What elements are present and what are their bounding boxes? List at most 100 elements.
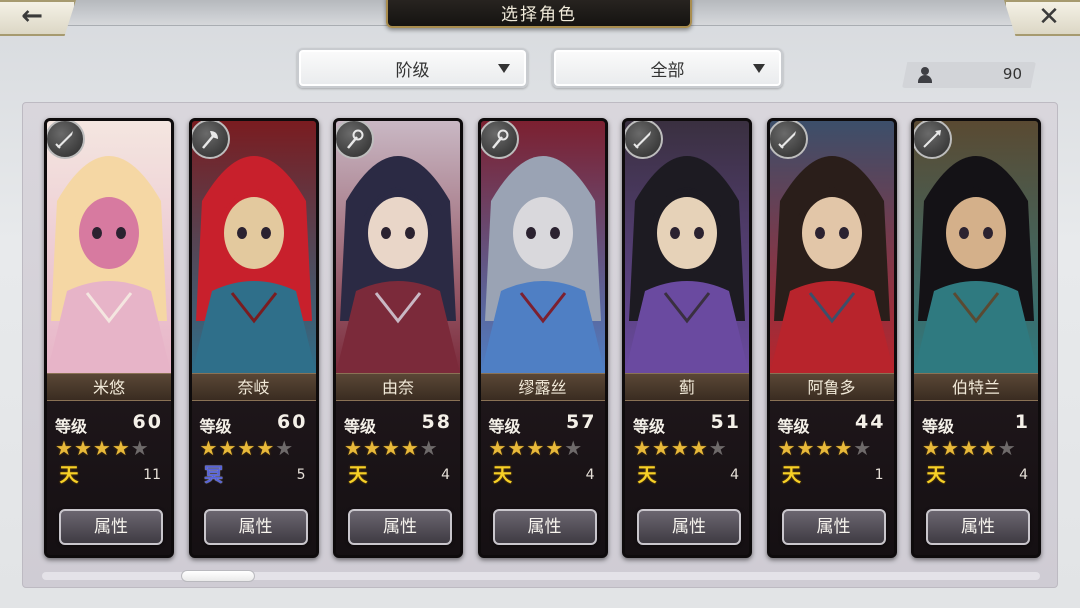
- sword-icon: [769, 121, 808, 159]
- character-name: 米悠: [47, 373, 171, 401]
- rank-badge-icon: 冥: [203, 464, 223, 486]
- character-card[interactable]: 由奈 等级 58 ★ ★ ★ ★ ★ 天 4 属性: [333, 118, 463, 558]
- star-empty-icon: ★: [997, 436, 1016, 460]
- star-filled-icon: ★: [111, 436, 130, 460]
- rank-filter-label: 阶级: [395, 60, 430, 81]
- rank-badge-icon: 天: [637, 464, 657, 486]
- star-filled-icon: ★: [92, 436, 111, 460]
- star-filled-icon: ★: [362, 436, 381, 460]
- level-value: 51: [710, 411, 741, 433]
- attributes-button[interactable]: 属性: [637, 509, 741, 545]
- staff-icon: [336, 121, 374, 159]
- rank-badge-icon: 天: [926, 464, 946, 486]
- category-filter-dropdown[interactable]: 全部: [552, 48, 783, 88]
- rank-badge-icon: 天: [492, 464, 512, 486]
- close-icon: ✕: [1038, 1, 1060, 32]
- star-filled-icon: ★: [488, 436, 507, 460]
- roster-count: 90: [902, 62, 1036, 88]
- star-rating: ★ ★ ★ ★ ★: [633, 437, 727, 459]
- level-value: 60: [277, 411, 308, 433]
- star-filled-icon: ★: [400, 436, 419, 460]
- back-arrow-icon: ←: [21, 1, 43, 31]
- attributes-button[interactable]: 属性: [926, 509, 1030, 545]
- star-filled-icon: ★: [940, 436, 959, 460]
- close-button[interactable]: ✕: [1004, 0, 1080, 36]
- star-filled-icon: ★: [815, 436, 834, 460]
- character-info: 等级 60 ★ ★ ★ ★ ★ 天 11 属性: [47, 401, 171, 555]
- character-card[interactable]: 米悠 等级 60 ★ ★ ★ ★ ★ 天 11 属性: [44, 118, 174, 558]
- star-filled-icon: ★: [256, 436, 275, 460]
- copies-count: 5: [296, 467, 306, 483]
- sword-icon: [47, 121, 85, 159]
- character-card[interactable]: 缪露丝 等级 57 ★ ★ ★ ★ ★ 天 4 属性: [477, 118, 608, 558]
- character-info: 等级 60 ★ ★ ★ ★ ★ 冥 5 属性: [191, 401, 316, 555]
- character-name: 伯特兰: [914, 373, 1038, 401]
- star-rating: ★ ★ ★ ★ ★: [55, 437, 149, 459]
- copies-count: 1: [874, 467, 884, 483]
- character-info: 等级 1 ★ ★ ★ ★ ★ 天 4 属性: [914, 401, 1038, 555]
- back-button[interactable]: ←: [0, 0, 76, 36]
- scrollbar-thumb[interactable]: [181, 570, 255, 582]
- star-empty-icon: ★: [275, 436, 294, 460]
- star-filled-icon: ★: [55, 436, 73, 460]
- rank-filter-dropdown[interactable]: 阶级: [297, 48, 528, 88]
- axe-icon: [191, 121, 230, 159]
- category-filter-label: 全部: [650, 60, 685, 81]
- level-value: 58: [421, 411, 452, 433]
- attributes-button[interactable]: 属性: [781, 509, 886, 545]
- copies-count: 4: [441, 467, 450, 483]
- character-info: 等级 58 ★ ★ ★ ★ ★ 天 4 属性: [336, 401, 460, 555]
- level-label: 等级: [922, 417, 955, 436]
- star-empty-icon: ★: [419, 436, 438, 460]
- star-filled-icon: ★: [218, 436, 237, 460]
- star-rating: ★ ★ ★ ★ ★: [922, 437, 1016, 459]
- staff-icon: [480, 121, 519, 159]
- star-filled-icon: ★: [834, 436, 853, 460]
- star-filled-icon: ★: [199, 436, 218, 460]
- character-card[interactable]: 伯特兰 等级 1 ★ ★ ★ ★ ★ 天 4 属性: [911, 118, 1041, 558]
- sword-icon: [625, 121, 663, 159]
- star-empty-icon: ★: [130, 436, 149, 460]
- page-title: 选择角色: [386, 0, 692, 28]
- star-filled-icon: ★: [73, 436, 92, 460]
- star-rating: ★ ★ ★ ★ ★: [200, 437, 294, 459]
- star-filled-icon: ★: [689, 436, 708, 460]
- copies-count: 4: [730, 467, 739, 483]
- character-info: 等级 51 ★ ★ ★ ★ ★ 天 4 属性: [625, 401, 749, 555]
- character-card[interactable]: 蓟等级 51 ★ ★ ★ ★ ★ 天 4 属性: [622, 118, 752, 558]
- character-info: 等级 44 ★ ★ ★ ★ ★ 天 1 属性: [769, 401, 894, 555]
- attributes-button[interactable]: 属性: [59, 509, 163, 545]
- level-label: 等级: [777, 417, 810, 436]
- attributes-button[interactable]: 属性: [203, 509, 308, 545]
- character-name: 缪露丝: [480, 373, 605, 401]
- level-label: 等级: [199, 417, 232, 436]
- star-filled-icon: ★: [344, 436, 362, 460]
- star-rating: ★ ★ ★ ★ ★: [778, 437, 872, 459]
- level-value: 1: [1014, 411, 1030, 433]
- star-filled-icon: ★: [670, 436, 689, 460]
- star-filled-icon: ★: [507, 436, 526, 460]
- level-value: 60: [132, 411, 163, 433]
- attributes-button[interactable]: 属性: [492, 509, 597, 545]
- star-filled-icon: ★: [796, 436, 815, 460]
- star-filled-icon: ★: [526, 436, 545, 460]
- chevron-down-icon: [498, 64, 510, 73]
- star-filled-icon: ★: [381, 436, 400, 460]
- level-value: 57: [566, 411, 597, 433]
- person-icon: [918, 67, 932, 83]
- level-label: 等级: [633, 417, 666, 436]
- star-filled-icon: ★: [922, 436, 940, 460]
- star-filled-icon: ★: [959, 436, 978, 460]
- attributes-button[interactable]: 属性: [348, 509, 452, 545]
- star-filled-icon: ★: [545, 436, 564, 460]
- star-empty-icon: ★: [564, 436, 583, 460]
- star-rating: ★ ★ ★ ★ ★: [344, 437, 438, 459]
- character-card[interactable]: 阿鲁多 等级 44 ★ ★ ★ ★ ★ 天 1 属性: [766, 118, 897, 558]
- star-empty-icon: ★: [853, 436, 872, 460]
- rank-badge-icon: 天: [781, 464, 801, 486]
- character-name: 由奈: [336, 373, 460, 401]
- star-filled-icon: ★: [978, 436, 997, 460]
- spear-icon: [914, 121, 952, 159]
- character-card[interactable]: 奈岐 等级 60 ★ ★ ★ ★ ★ 冥 5 属性: [188, 118, 319, 558]
- roster-count-value: 90: [1002, 65, 1022, 83]
